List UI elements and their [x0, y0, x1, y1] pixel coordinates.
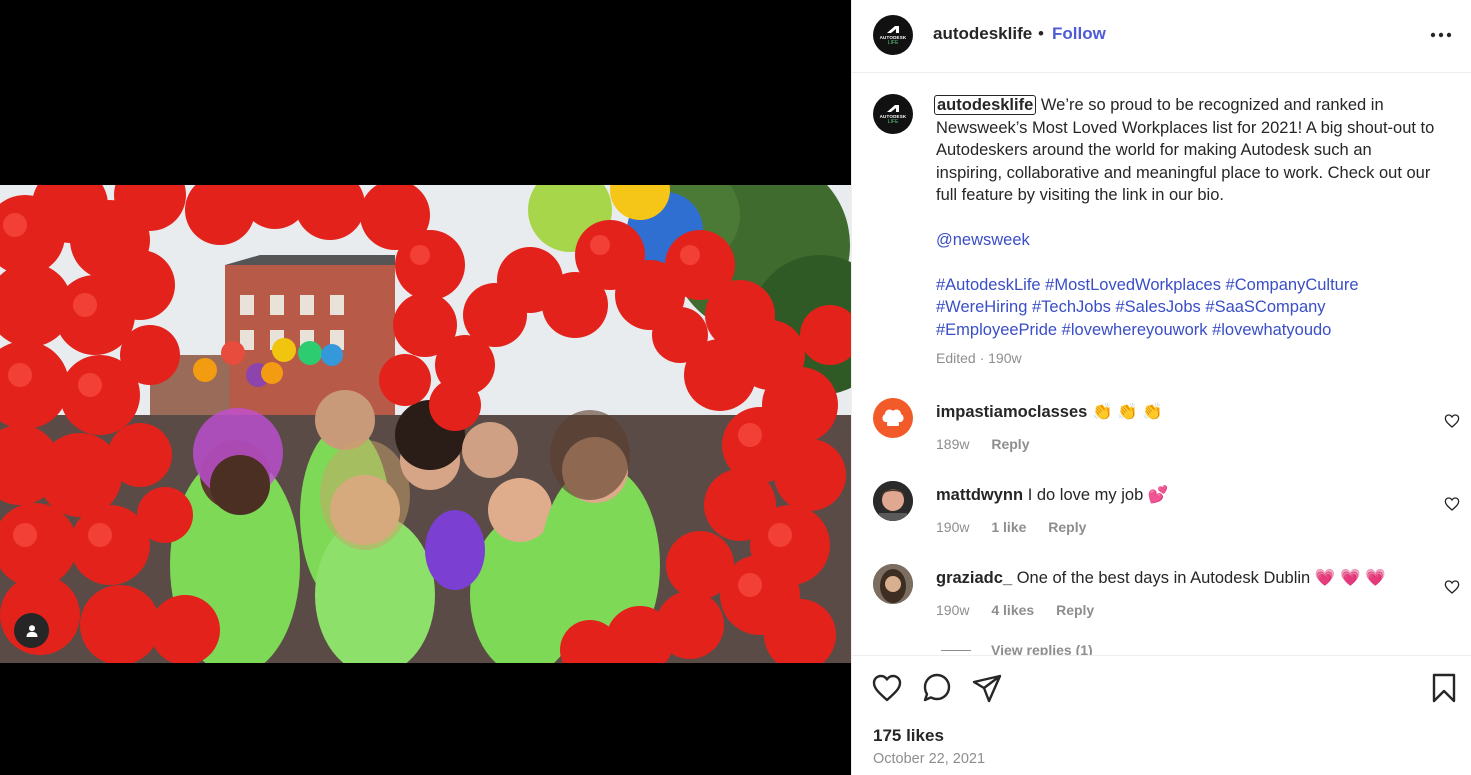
post-panel: AUTODESK LIFE autodesklife • Follow AUTO… — [851, 0, 1471, 775]
comment-meta: 190w 1 like Reply — [936, 519, 1104, 535]
hashtag-link[interactable]: #MostLovedWorkplaces — [1045, 276, 1221, 294]
comment-time: 189w — [936, 436, 970, 452]
comment-icon[interactable] — [921, 672, 953, 704]
caption-hashtags: #AutodeskLife #MostLovedWorkplaces #Comp… — [936, 274, 1436, 342]
hashtag-link[interactable]: #WereHiring — [936, 298, 1027, 316]
caption-meta: Edited · 190w — [936, 350, 1022, 367]
comment-username[interactable]: impastiamoclasses — [936, 403, 1087, 421]
reply-button[interactable]: Reply — [1048, 519, 1086, 535]
comment-username[interactable]: mattdwynn — [936, 486, 1023, 504]
person-photo-icon — [873, 481, 913, 521]
hashtag-link[interactable]: #AutodeskLife — [936, 276, 1041, 294]
hashtag-link[interactable]: #SalesJobs — [1115, 298, 1200, 316]
comment-likes[interactable]: 4 likes — [991, 602, 1034, 618]
avatar-sub-text: LIFE — [887, 118, 899, 125]
comment-username[interactable]: graziadc_ — [936, 569, 1012, 587]
comment-likes[interactable]: 1 like — [991, 519, 1026, 535]
comment-time: 190w — [936, 519, 970, 535]
comment-text: 👏 👏 👏 — [1091, 403, 1163, 421]
comment-meta: 190w 4 likes Reply — [936, 602, 1112, 618]
comment-item: graziadc_ One of the best days in Autode… — [852, 564, 1471, 634]
hashtag-link[interactable]: #EmployeePride — [936, 321, 1057, 339]
caption-username[interactable]: autodesklife — [934, 95, 1037, 115]
view-replies-line — [941, 650, 971, 651]
bookmark-icon[interactable] — [1428, 672, 1460, 704]
comment-body: impastiamoclasses 👏 👏 👏 — [936, 403, 1163, 422]
share-icon[interactable] — [971, 672, 1003, 704]
commenter-avatar[interactable] — [873, 564, 913, 604]
author-username[interactable]: autodesklife — [933, 24, 1032, 44]
hashtag-link[interactable]: #CompanyCulture — [1226, 276, 1359, 294]
author-avatar[interactable]: AUTODESK LIFE — [873, 15, 913, 55]
reply-button[interactable]: Reply — [991, 436, 1029, 452]
user-tag-icon — [26, 624, 37, 637]
hashtag-link[interactable]: #lovewhatyoudo — [1212, 321, 1331, 339]
reply-button[interactable]: Reply — [1056, 602, 1094, 618]
comment-text: One of the best days in Autodesk Dublin … — [1016, 569, 1386, 587]
commenter-avatar[interactable] — [873, 398, 913, 438]
post-actions-bar: 175 likes October 22, 2021 — [852, 655, 1471, 775]
post-media — [0, 0, 851, 775]
comment-text: I do love my job 💕 — [1027, 486, 1169, 504]
heart-icon[interactable] — [871, 672, 903, 704]
comment-item: impastiamoclasses 👏 👏 👏 189w Reply — [852, 398, 1471, 468]
header-separator: • — [1038, 24, 1044, 43]
avatar-sub-text: LIFE — [887, 39, 899, 46]
hashtag-link[interactable]: #SaaSCompany — [1205, 298, 1325, 316]
comment-time: 190w — [936, 602, 970, 618]
caption-avatar[interactable]: AUTODESK LIFE — [873, 94, 913, 134]
post-caption: autodesklife We’re so proud to be recogn… — [934, 94, 1436, 370]
follow-button[interactable]: Follow — [1052, 24, 1106, 44]
comment-body: graziadc_ One of the best days in Autode… — [936, 569, 1386, 588]
commenter-avatar[interactable] — [873, 481, 913, 521]
post-date: October 22, 2021 — [873, 751, 986, 767]
comment-item: mattdwynn I do love my job 💕 190w 1 like… — [852, 481, 1471, 551]
hashtag-link[interactable]: #TechJobs — [1032, 298, 1111, 316]
likes-count[interactable]: 175 likes — [873, 726, 944, 746]
more-options-icon[interactable] — [1429, 25, 1453, 45]
post-photo[interactable] — [0, 185, 851, 663]
comment-body: mattdwynn I do love my job 💕 — [936, 486, 1168, 505]
heart-icon[interactable] — [1444, 579, 1460, 595]
autodesk-logo-icon — [887, 104, 899, 112]
caption-mention[interactable]: @newsweek — [936, 229, 1436, 252]
tagged-users-button[interactable] — [14, 613, 49, 648]
heart-icon[interactable] — [1444, 413, 1460, 429]
hashtag-link[interactable]: #lovewhereyouwork — [1062, 321, 1208, 339]
post-header: AUTODESK LIFE autodesklife • Follow — [852, 0, 1471, 73]
heart-icon[interactable] — [1444, 496, 1460, 512]
comment-meta: 189w Reply — [936, 436, 1047, 452]
person-photo-icon — [873, 564, 913, 604]
autodesk-logo-icon — [887, 25, 899, 33]
chef-hat-icon — [882, 409, 904, 426]
